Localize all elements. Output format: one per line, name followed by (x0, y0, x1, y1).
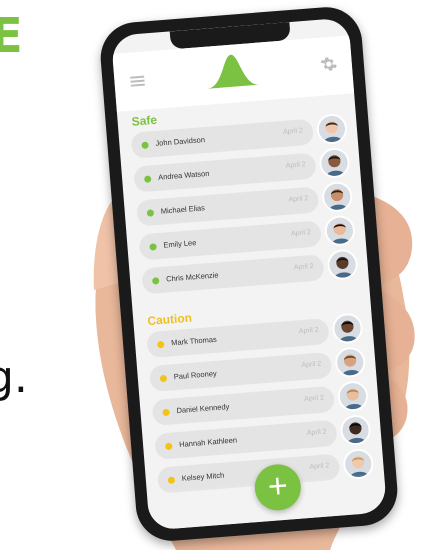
avatar[interactable] (321, 180, 354, 213)
avatar[interactable] (326, 248, 359, 281)
section-title-safe: Safe (131, 112, 158, 129)
avatar[interactable] (323, 214, 357, 247)
app-screen: Safe John Davidson April 2 Andrea Watson Ap… (110, 17, 388, 531)
safe-contact-list: John Davidson April 2 Andrea Watson April 2… (130, 112, 362, 303)
app-header (112, 35, 355, 112)
hamburger-menu-icon[interactable] (130, 75, 145, 87)
app-logo-icon (207, 54, 260, 89)
avatar[interactable] (315, 112, 349, 146)
avatar[interactable] (331, 312, 364, 345)
avatar[interactable] (334, 346, 367, 379)
avatar[interactable] (318, 146, 351, 180)
phone-mockup: Safe John Davidson April 2 Andrea Watson Ap… (98, 4, 400, 544)
gear-icon[interactable] (319, 54, 338, 73)
avatar[interactable] (336, 380, 370, 413)
section-title-caution: Caution (146, 310, 193, 329)
avatar[interactable] (339, 413, 372, 447)
